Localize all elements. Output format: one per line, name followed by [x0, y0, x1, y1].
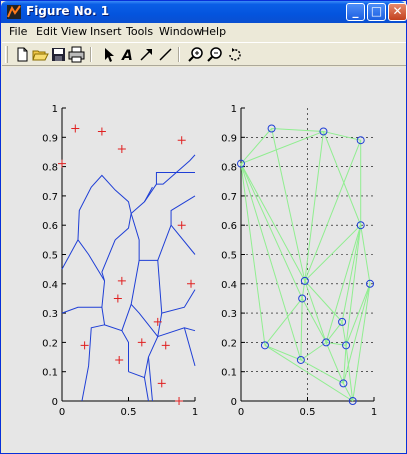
- menu-help[interactable]: Help: [201, 25, 226, 38]
- y-tick-label: 0.7: [42, 192, 58, 203]
- x-tick-label: 1: [192, 407, 198, 418]
- y-tick-label: 0.5: [42, 251, 58, 262]
- minimize-button[interactable]: _: [346, 3, 365, 21]
- x-tick-label: 0: [238, 407, 244, 418]
- menu-tools[interactable]: Tools: [126, 25, 153, 38]
- svg-text:A: A: [121, 48, 133, 63]
- y-tick-label: 0.3: [42, 309, 58, 320]
- y-tick-label: 0.9: [42, 133, 58, 144]
- figure-window: Figure No. 1 _ □ ✕ File Edit View Insert…: [0, 0, 407, 454]
- menu-window[interactable]: Window: [159, 25, 202, 38]
- arrow-tool-icon[interactable]: [138, 46, 155, 63]
- y-tick-label: 0: [52, 397, 58, 408]
- zoom-out-icon[interactable]: [207, 46, 224, 63]
- select-arrow-icon[interactable]: [100, 46, 117, 63]
- plots-svg: 0 0.1 0.2 0.3 0.4 0.5 0.6 0.7 0.8 0.9 1 0 0.5 1 0 0.1 0.…: [42, 104, 377, 418]
- new-file-icon[interactable]: [14, 46, 31, 63]
- y-tick-label: 1: [231, 104, 237, 115]
- y-tick-label: 0.1: [221, 368, 237, 379]
- toolbar-separator: [90, 47, 92, 62]
- toolbar-grip[interactable]: [5, 46, 8, 63]
- toolbar-separator: [178, 47, 180, 62]
- save-icon[interactable]: [50, 46, 67, 63]
- y-tick-label: 0.2: [221, 338, 237, 349]
- y-tick-label: 1: [52, 104, 58, 115]
- y-tick-label: 0.4: [221, 280, 237, 291]
- toolbar: A: [2, 42, 406, 66]
- menu-view[interactable]: View: [61, 25, 87, 38]
- y-tick-label: 0.8: [42, 163, 58, 174]
- zoom-in-icon[interactable]: [188, 46, 205, 63]
- matlab-icon: [7, 5, 21, 19]
- maximize-button[interactable]: □: [367, 3, 386, 21]
- open-folder-icon[interactable]: [32, 46, 49, 63]
- line-tool-icon[interactable]: [157, 46, 174, 63]
- y-tick-label: 0.6: [42, 221, 58, 232]
- y-tick-label: 0.8: [221, 163, 237, 174]
- print-icon[interactable]: [68, 46, 85, 63]
- menu-edit[interactable]: Edit: [36, 25, 57, 38]
- window-title: Figure No. 1: [26, 4, 110, 18]
- y-tick-label: 0.5: [221, 251, 237, 262]
- x-tick-label: 0: [59, 407, 65, 418]
- close-button[interactable]: ✕: [388, 3, 407, 21]
- y-tick-label: 0.3: [221, 309, 237, 320]
- y-tick-label: 0.6: [221, 221, 237, 232]
- y-tick-label: 0.9: [221, 133, 237, 144]
- y-tick-label: 0.1: [42, 368, 58, 379]
- x-tick-label: 0.5: [300, 407, 316, 418]
- title-bar[interactable]: Figure No. 1 _ □ ✕: [1, 1, 407, 23]
- y-tick-label: 0: [231, 397, 237, 408]
- x-tick-label: 1: [371, 407, 377, 418]
- y-tick-label: 0.2: [42, 338, 58, 349]
- x-tick-label: 0.5: [121, 407, 137, 418]
- rotate-icon[interactable]: [226, 46, 243, 63]
- menu-bar: File Edit View Insert Tools Window Help: [2, 23, 406, 41]
- text-tool-icon[interactable]: A: [119, 46, 136, 63]
- menu-insert[interactable]: Insert: [90, 25, 122, 38]
- figure-canvas[interactable]: 0 0.1 0.2 0.3 0.4 0.5 0.6 0.7 0.8 0.9 1 0 0.5 1 0 0.1 0.…: [5, 67, 404, 451]
- y-tick-label: 0.7: [221, 192, 237, 203]
- y-tick-label: 0.4: [42, 280, 58, 291]
- menu-file[interactable]: File: [9, 25, 27, 38]
